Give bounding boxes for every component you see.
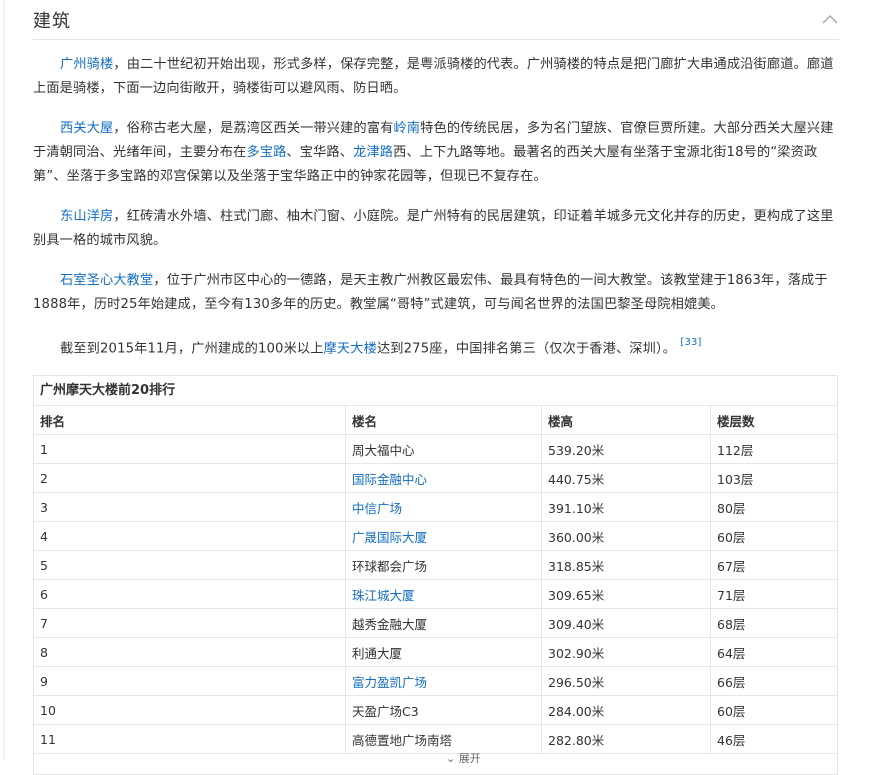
inline-link[interactable]: 多宝路 bbox=[246, 145, 286, 160]
height-cell: 282.80米 bbox=[541, 724, 711, 754]
floors-cell: 71层 bbox=[710, 579, 837, 609]
floors-cell: 103层 bbox=[710, 463, 837, 493]
inline-link[interactable]: 石室圣心大教堂 bbox=[60, 273, 153, 288]
height-cell: 309.40米 bbox=[541, 608, 711, 638]
name-cell: 高德置地广场南塔 bbox=[345, 724, 542, 754]
header-floors: 楼层数 bbox=[710, 406, 837, 435]
rank-cell: 3 bbox=[34, 492, 346, 522]
expand-label: 展开 bbox=[458, 752, 481, 765]
inline-link[interactable]: 东山洋房 bbox=[60, 209, 113, 224]
table-row: 7 越秀金融大厦 309.40米 68层 bbox=[34, 608, 837, 638]
rank-cell: 2 bbox=[34, 463, 346, 493]
paragraph-text: 截至到2015年11月，广州建成的100米以上 bbox=[60, 341, 324, 357]
floors-cell: 64层 bbox=[710, 637, 837, 667]
floors-cell: 112层 bbox=[710, 434, 837, 464]
paragraph-text: 达到275座，中国排名第三（仅次于香港、深圳）。 bbox=[376, 341, 677, 357]
floors-cell: 60层 bbox=[710, 521, 837, 551]
rank-cell: 5 bbox=[34, 550, 346, 580]
rank-cell: 9 bbox=[34, 666, 346, 696]
table-row: 6 珠江城大厦 309.65米 71层 bbox=[34, 579, 837, 609]
name-cell: 天盈广场C3 bbox=[345, 695, 542, 725]
floors-cell: 66层 bbox=[710, 666, 837, 696]
name-cell[interactable]: 国际金融中心 bbox=[345, 463, 542, 493]
table-title: 广州摩天大楼前20排行 bbox=[34, 376, 837, 406]
header-rank: 排名 bbox=[34, 406, 346, 435]
name-cell: 环球都会广场 bbox=[345, 550, 542, 580]
paragraph: 广州骑楼，由二十世纪初开始出现，形式多样，保存完整，是粤派骑楼的代表。广州骑楼的… bbox=[33, 53, 839, 101]
inline-link[interactable]: 岭南 bbox=[393, 121, 420, 136]
table-fade bbox=[34, 754, 837, 774]
rank-cell: 11 bbox=[34, 724, 346, 754]
header-height: 楼高 bbox=[541, 406, 711, 435]
paragraph: 东山洋房，红砖清水外墙、柱式门廊、柚木门窗、小庭院。是广州特有的民居建筑，印证着… bbox=[33, 205, 839, 253]
reference-link[interactable]: [33] bbox=[680, 337, 701, 348]
rank-cell: 6 bbox=[34, 579, 346, 609]
section-title: 建筑 bbox=[33, 11, 71, 32]
height-cell: 296.50米 bbox=[541, 666, 711, 696]
name-cell[interactable]: 珠江城大厦 bbox=[345, 579, 542, 609]
table-row: 9 富力盈凯广场 296.50米 66层 bbox=[34, 666, 837, 696]
table-header-row: 排名 楼名 楼高 楼层数 bbox=[34, 406, 837, 435]
skyscraper-table: 广州摩天大楼前20排行 排名 楼名 楼高 楼层数 1 周大福中心 539.20米 11… bbox=[33, 375, 838, 775]
name-cell[interactable]: 富力盈凯广场 bbox=[345, 666, 542, 696]
floors-cell: 60层 bbox=[710, 695, 837, 725]
article-content: 广州骑楼，由二十世纪初开始出现，形式多样，保存完整，是粤派骑楼的代表。广州骑楼的… bbox=[33, 53, 839, 377]
header-name: 楼名 bbox=[345, 406, 542, 435]
name-cell[interactable]: 中信广场 bbox=[345, 492, 542, 522]
paragraph-text: 、宝华路、 bbox=[286, 145, 354, 160]
name-cell[interactable]: 广晟国际大厦 bbox=[345, 521, 542, 551]
name-cell: 越秀金融大厦 bbox=[345, 608, 542, 638]
paragraph-text: ，红砖清水外墙、柱式门廊、柚木门窗、小庭院。是广州特有的民居建筑，印证着羊城多元… bbox=[33, 209, 834, 248]
height-cell: 309.65米 bbox=[541, 579, 711, 609]
left-rule bbox=[3, 0, 5, 760]
height-cell: 360.00米 bbox=[541, 521, 711, 551]
inline-link[interactable]: 西关大屋 bbox=[60, 121, 113, 136]
name-cell: 周大福中心 bbox=[345, 434, 542, 464]
table-row: 10 天盈广场C3 284.00米 60层 bbox=[34, 695, 837, 725]
expand-button[interactable]: ⌄ 展开 bbox=[446, 753, 481, 765]
height-cell: 391.10米 bbox=[541, 492, 711, 522]
height-cell: 302.90米 bbox=[541, 637, 711, 667]
table-row: 1 周大福中心 539.20米 112层 bbox=[34, 434, 837, 464]
rank-cell: 1 bbox=[34, 434, 346, 464]
ranking-table: 排名 楼名 楼高 楼层数 1 周大福中心 539.20米 112层 2 国际金融中心 440… bbox=[34, 406, 837, 754]
height-cell: 440.75米 bbox=[541, 463, 711, 493]
height-cell: 284.00米 bbox=[541, 695, 711, 725]
header-divider bbox=[33, 39, 839, 40]
height-cell: 539.20米 bbox=[541, 434, 711, 464]
table-row: 11 高德置地广场南塔 282.80米 46层 bbox=[34, 724, 837, 754]
paragraph: 西关大屋，俗称古老大屋，是荔湾区西关一带兴建的富有岭南特色的传统民居，多为名门望… bbox=[33, 117, 839, 189]
table-row: 8 利通大厦 302.90米 64层 bbox=[34, 637, 837, 667]
paragraph: 截至到2015年11月，广州建成的100米以上摩天大楼达到275座，中国排名第三… bbox=[33, 333, 839, 361]
chevron-up-icon[interactable] bbox=[820, 10, 840, 28]
table-row: 3 中信广场 391.10米 80层 bbox=[34, 492, 837, 522]
paragraph-text: ，位于广州市区中心的一德路，是天主教广州教区最宏伟、最具有特色的一间大教堂。该教… bbox=[33, 273, 828, 312]
section-header: 建筑 bbox=[0, 0, 870, 40]
chevron-down-icon: ⌄ bbox=[446, 752, 456, 765]
rank-cell: 8 bbox=[34, 637, 346, 667]
floors-cell: 80层 bbox=[710, 492, 837, 522]
inline-link[interactable]: 摩天大楼 bbox=[324, 341, 377, 356]
table-row: 4 广晟国际大厦 360.00米 60层 bbox=[34, 521, 837, 551]
rank-cell: 7 bbox=[34, 608, 346, 638]
paragraph-text: ，由二十世纪初开始出现，形式多样，保存完整，是粤派骑楼的代表。广州骑楼的特点是把… bbox=[33, 57, 834, 96]
rank-cell: 4 bbox=[34, 521, 346, 551]
inline-link[interactable]: 龙津路 bbox=[353, 145, 393, 160]
table-row: 2 国际金融中心 440.75米 103层 bbox=[34, 463, 837, 493]
table-row: 5 环球都会广场 318.85米 67层 bbox=[34, 550, 837, 580]
name-cell: 利通大厦 bbox=[345, 637, 542, 667]
inline-link[interactable]: 广州骑楼 bbox=[60, 57, 113, 72]
paragraph-text: ，俗称古老大屋，是荔湾区西关一带兴建的富有 bbox=[113, 121, 394, 136]
floors-cell: 46层 bbox=[710, 724, 837, 754]
floors-cell: 68层 bbox=[710, 608, 837, 638]
paragraph: 石室圣心大教堂，位于广州市区中心的一德路，是天主教广州教区最宏伟、最具有特色的一… bbox=[33, 269, 839, 317]
height-cell: 318.85米 bbox=[541, 550, 711, 580]
floors-cell: 67层 bbox=[710, 550, 837, 580]
rank-cell: 10 bbox=[34, 695, 346, 725]
